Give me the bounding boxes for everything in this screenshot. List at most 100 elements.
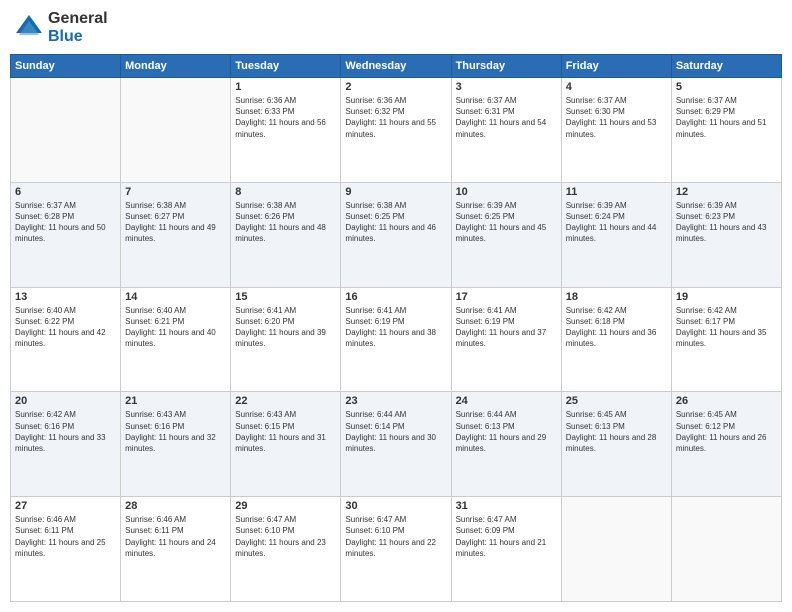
calendar-cell bbox=[561, 497, 671, 602]
calendar-cell bbox=[121, 78, 231, 183]
day-number: 21 bbox=[125, 395, 226, 407]
calendar-cell bbox=[11, 78, 121, 183]
day-number: 28 bbox=[125, 500, 226, 512]
day-info: Sunrise: 6:37 AM Sunset: 6:30 PM Dayligh… bbox=[566, 95, 667, 140]
day-info: Sunrise: 6:42 AM Sunset: 6:17 PM Dayligh… bbox=[676, 305, 777, 350]
calendar-cell: 9 Sunrise: 6:38 AM Sunset: 6:25 PM Daylig… bbox=[341, 182, 451, 287]
calendar-cell: 24Sunrise: 6:44 AM Sunset: 6:13 PM Dayli… bbox=[451, 392, 561, 497]
calendar-cell: 12 Sunrise: 6:39 AM Sunset: 6:23 PM Dayli… bbox=[671, 182, 781, 287]
day-info: Sunrise: 6:38 AM Sunset: 6:26 PM Dayligh… bbox=[235, 200, 336, 245]
calendar-cell: 25 Sunrise: 6:45 AM Sunset: 6:13 PM Dayli… bbox=[561, 392, 671, 497]
day-info: Sunrise: 6:39 AM Sunset: 6:23 PM Dayligh… bbox=[676, 200, 777, 245]
calendar-cell: 16Sunrise: 6:41 AM Sunset: 6:19 PM Dayli… bbox=[341, 287, 451, 392]
calendar-cell: 26 Sunrise: 6:45 AM Sunset: 6:12 PM Dayli… bbox=[671, 392, 781, 497]
day-info: Sunrise: 6:43 AM Sunset: 6:16 PM Dayligh… bbox=[125, 409, 226, 454]
calendar-cell: 17 Sunrise: 6:41 AM Sunset: 6:19 PM Dayli… bbox=[451, 287, 561, 392]
day-number: 13 bbox=[15, 291, 116, 303]
day-number: 15 bbox=[235, 291, 336, 303]
day-info: Sunrise: 6:36 AM Sunset: 6:33 PM Dayligh… bbox=[235, 95, 336, 140]
calendar-cell: 18 Sunrise: 6:42 AM Sunset: 6:18 PM Dayli… bbox=[561, 287, 671, 392]
day-info: Sunrise: 6:38 AM Sunset: 6:27 PM Dayligh… bbox=[125, 200, 226, 245]
day-info: Sunrise: 6:45 AM Sunset: 6:12 PM Dayligh… bbox=[676, 409, 777, 454]
calendar-week-row: 27 Sunrise: 6:46 AM Sunset: 6:11 PM Dayli… bbox=[11, 497, 782, 602]
day-number: 22 bbox=[235, 395, 336, 407]
day-number: 17 bbox=[456, 291, 557, 303]
day-number: 11 bbox=[566, 186, 667, 198]
day-number: 23 bbox=[345, 395, 446, 407]
day-info: Sunrise: 6:46 AM Sunset: 6:11 PM Dayligh… bbox=[125, 514, 226, 559]
calendar-week-row: 20Sunrise: 6:42 AM Sunset: 6:16 PM Dayli… bbox=[11, 392, 782, 497]
day-number: 2 bbox=[345, 81, 446, 93]
calendar-cell: 22 Sunrise: 6:43 AM Sunset: 6:15 PM Dayli… bbox=[231, 392, 341, 497]
calendar-cell: 8 Sunrise: 6:38 AM Sunset: 6:26 PM Daylig… bbox=[231, 182, 341, 287]
day-info: Sunrise: 6:37 AM Sunset: 6:28 PM Dayligh… bbox=[15, 200, 116, 245]
day-info: Sunrise: 6:47 AM Sunset: 6:10 PM Dayligh… bbox=[345, 514, 446, 559]
calendar-week-row: 13 Sunrise: 6:40 AM Sunset: 6:22 PM Dayli… bbox=[11, 287, 782, 392]
calendar-cell: 6 Sunrise: 6:37 AM Sunset: 6:28 PM Daylig… bbox=[11, 182, 121, 287]
col-header-tuesday: Tuesday bbox=[231, 55, 341, 78]
day-number: 27 bbox=[15, 500, 116, 512]
day-number: 10 bbox=[456, 186, 557, 198]
calendar-cell: 13 Sunrise: 6:40 AM Sunset: 6:22 PM Dayli… bbox=[11, 287, 121, 392]
calendar-week-row: 6 Sunrise: 6:37 AM Sunset: 6:28 PM Daylig… bbox=[11, 182, 782, 287]
day-info: Sunrise: 6:46 AM Sunset: 6:11 PM Dayligh… bbox=[15, 514, 116, 559]
calendar-week-row: 1Sunrise: 6:36 AM Sunset: 6:33 PM Daylig… bbox=[11, 78, 782, 183]
day-number: 12 bbox=[676, 186, 777, 198]
day-number: 16 bbox=[345, 291, 446, 303]
day-info: Sunrise: 6:40 AM Sunset: 6:21 PM Dayligh… bbox=[125, 305, 226, 350]
page: General Blue SundayMondayTuesdayWednesda… bbox=[0, 0, 792, 612]
col-header-friday: Friday bbox=[561, 55, 671, 78]
day-number: 5 bbox=[676, 81, 777, 93]
calendar-cell: 20Sunrise: 6:42 AM Sunset: 6:16 PM Dayli… bbox=[11, 392, 121, 497]
day-info: Sunrise: 6:38 AM Sunset: 6:25 PM Dayligh… bbox=[345, 200, 446, 245]
day-number: 4 bbox=[566, 81, 667, 93]
day-info: Sunrise: 6:45 AM Sunset: 6:13 PM Dayligh… bbox=[566, 409, 667, 454]
day-info: Sunrise: 6:39 AM Sunset: 6:24 PM Dayligh… bbox=[566, 200, 667, 245]
day-number: 25 bbox=[566, 395, 667, 407]
day-info: Sunrise: 6:37 AM Sunset: 6:29 PM Dayligh… bbox=[676, 95, 777, 140]
calendar-cell: 10Sunrise: 6:39 AM Sunset: 6:25 PM Dayli… bbox=[451, 182, 561, 287]
calendar-table: SundayMondayTuesdayWednesdayThursdayFrid… bbox=[10, 54, 782, 602]
day-info: Sunrise: 6:41 AM Sunset: 6:19 PM Dayligh… bbox=[456, 305, 557, 350]
calendar-cell: 23 Sunrise: 6:44 AM Sunset: 6:14 PM Dayli… bbox=[341, 392, 451, 497]
day-info: Sunrise: 6:37 AM Sunset: 6:31 PM Dayligh… bbox=[456, 95, 557, 140]
calendar-cell: 31 Sunrise: 6:47 AM Sunset: 6:09 PM Dayli… bbox=[451, 497, 561, 602]
day-number: 18 bbox=[566, 291, 667, 303]
logo-text: General Blue bbox=[48, 10, 108, 46]
day-number: 9 bbox=[345, 186, 446, 198]
day-number: 6 bbox=[15, 186, 116, 198]
day-number: 7 bbox=[125, 186, 226, 198]
day-number: 26 bbox=[676, 395, 777, 407]
day-info: Sunrise: 6:47 AM Sunset: 6:10 PM Dayligh… bbox=[235, 514, 336, 559]
day-info: Sunrise: 6:43 AM Sunset: 6:15 PM Dayligh… bbox=[235, 409, 336, 454]
calendar-cell: 30 Sunrise: 6:47 AM Sunset: 6:10 PM Dayli… bbox=[341, 497, 451, 602]
day-info: Sunrise: 6:47 AM Sunset: 6:09 PM Dayligh… bbox=[456, 514, 557, 559]
col-header-thursday: Thursday bbox=[451, 55, 561, 78]
day-number: 19 bbox=[676, 291, 777, 303]
day-number: 24 bbox=[456, 395, 557, 407]
calendar-cell bbox=[671, 497, 781, 602]
day-number: 8 bbox=[235, 186, 336, 198]
day-number: 3 bbox=[456, 81, 557, 93]
calendar-cell: 14Sunrise: 6:40 AM Sunset: 6:21 PM Dayli… bbox=[121, 287, 231, 392]
calendar-cell: 28 Sunrise: 6:46 AM Sunset: 6:11 PM Dayli… bbox=[121, 497, 231, 602]
calendar-cell: 1Sunrise: 6:36 AM Sunset: 6:33 PM Daylig… bbox=[231, 78, 341, 183]
calendar-cell: 5 Sunrise: 6:37 AM Sunset: 6:29 PM Daylig… bbox=[671, 78, 781, 183]
calendar-cell: 7 Sunrise: 6:38 AM Sunset: 6:27 PM Daylig… bbox=[121, 182, 231, 287]
calendar-cell: 27 Sunrise: 6:46 AM Sunset: 6:11 PM Dayli… bbox=[11, 497, 121, 602]
day-number: 30 bbox=[345, 500, 446, 512]
calendar-header-row: SundayMondayTuesdayWednesdayThursdayFrid… bbox=[11, 55, 782, 78]
calendar-cell: 11 Sunrise: 6:39 AM Sunset: 6:24 PM Dayli… bbox=[561, 182, 671, 287]
day-info: Sunrise: 6:44 AM Sunset: 6:14 PM Dayligh… bbox=[345, 409, 446, 454]
day-info: Sunrise: 6:42 AM Sunset: 6:16 PM Dayligh… bbox=[15, 409, 116, 454]
day-info: Sunrise: 6:36 AM Sunset: 6:32 PM Dayligh… bbox=[345, 95, 446, 140]
day-number: 31 bbox=[456, 500, 557, 512]
day-info: Sunrise: 6:42 AM Sunset: 6:18 PM Dayligh… bbox=[566, 305, 667, 350]
calendar-cell: 3 Sunrise: 6:37 AM Sunset: 6:31 PM Daylig… bbox=[451, 78, 561, 183]
day-info: Sunrise: 6:40 AM Sunset: 6:22 PM Dayligh… bbox=[15, 305, 116, 350]
col-header-monday: Monday bbox=[121, 55, 231, 78]
calendar-cell: 15 Sunrise: 6:41 AM Sunset: 6:20 PM Dayli… bbox=[231, 287, 341, 392]
header: General Blue bbox=[10, 10, 782, 46]
day-info: Sunrise: 6:41 AM Sunset: 6:20 PM Dayligh… bbox=[235, 305, 336, 350]
day-number: 29 bbox=[235, 500, 336, 512]
